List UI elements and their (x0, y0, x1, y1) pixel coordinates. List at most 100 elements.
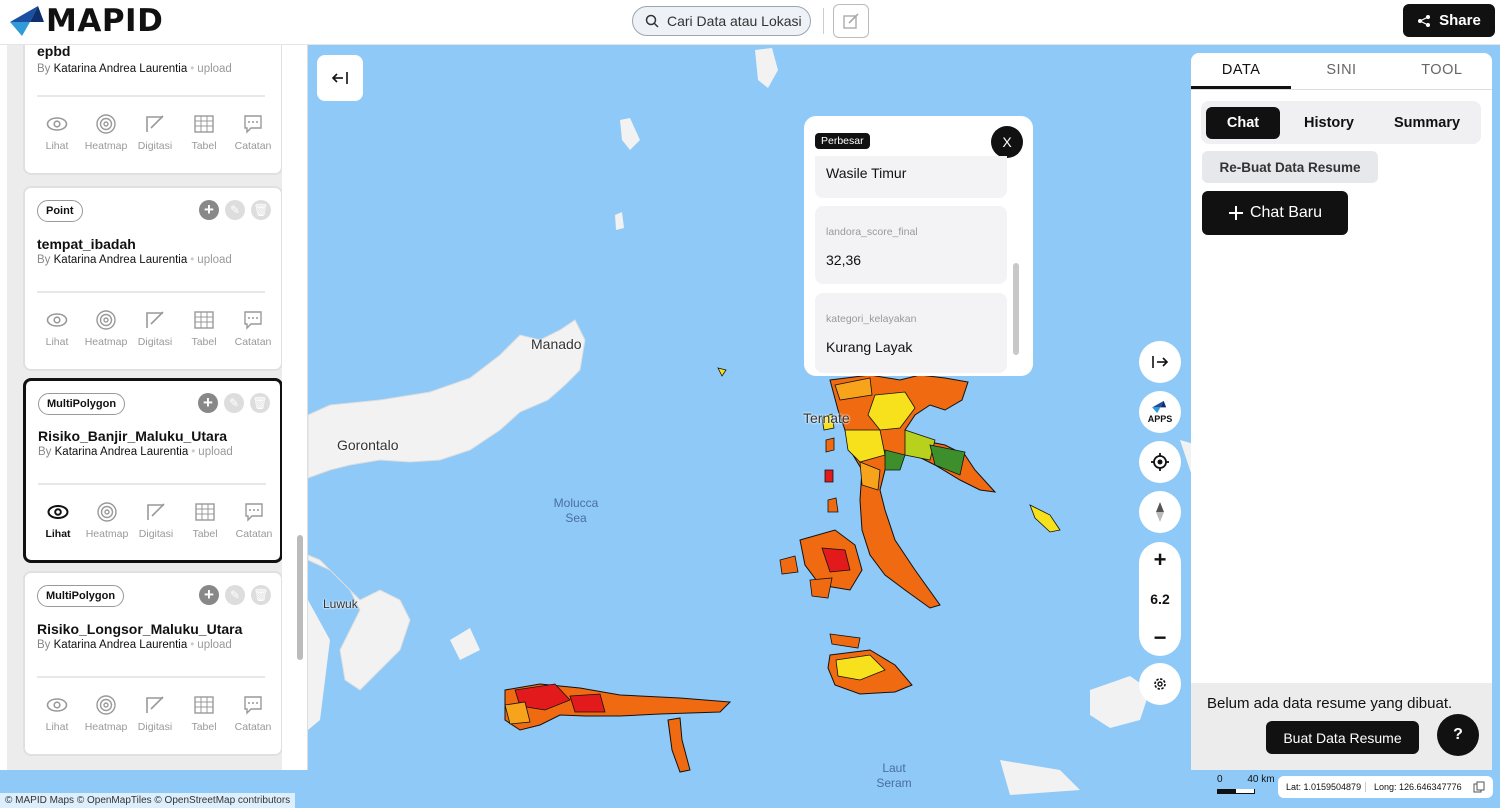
arrow-right-bar-icon (1152, 356, 1169, 368)
note-icon (245, 503, 263, 522)
card-divider (38, 483, 266, 485)
new-chat-button[interactable]: Chat Baru (1202, 191, 1348, 235)
note-icon (244, 696, 262, 715)
edit-layer-button[interactable]: ✎ (224, 393, 244, 413)
divider (823, 8, 824, 34)
tab-data[interactable]: DATA (1191, 53, 1292, 89)
search-placeholder: Cari Data atau Lokasi (667, 13, 802, 29)
layer-card[interactable]: MultiPolygon + ✎ 🗑 Risiko_Longsor_Maluku… (23, 571, 282, 756)
edit-button[interactable] (833, 4, 869, 38)
layer-title: Risiko_Banjir_Maluku_Utara (38, 428, 228, 444)
tool-digitasi[interactable]: Digitasi (131, 309, 179, 348)
feature-popup[interactable]: Perbesar X Wasile Timur landora_score_fi… (804, 116, 1033, 376)
add-layer-button[interactable]: + (198, 393, 218, 413)
mapid-apps-icon (1152, 400, 1167, 414)
zoom-to-feature-badge[interactable]: Perbesar (815, 133, 870, 149)
rebuild-resume-button[interactable]: Re-Buat Data Resume (1202, 151, 1378, 183)
layer-list-scrollbar[interactable] (297, 535, 303, 660)
card-divider (37, 676, 265, 678)
table-icon (194, 696, 214, 714)
plus-icon (1228, 206, 1243, 220)
layer-card[interactable]: Point + ✎ 🗑 tempat_ibadah By Katarina An… (23, 186, 282, 371)
tool-tabel[interactable]: Tabel (181, 501, 229, 540)
layer-author: By Katarina Andrea Laurentia • upload (37, 254, 232, 266)
right-panel: DATA SINI TOOL Chat History Summary Re-B… (1191, 53, 1492, 770)
add-layer-button[interactable]: + (199, 585, 219, 605)
tool-heatmap[interactable]: Heatmap (82, 113, 130, 152)
map-attribution[interactable]: © MAPID Maps © OpenMapTiles © OpenStreet… (0, 793, 296, 808)
heatmap-icon (96, 695, 116, 715)
share-button[interactable]: Share (1403, 4, 1495, 37)
tool-lihat[interactable]: Lihat (33, 309, 81, 348)
layer-list[interactable]: epbd By Katarina Andrea Laurentia • upload… (7, 45, 282, 770)
tool-catatan[interactable]: Catatan (229, 694, 277, 733)
apps-label: APPS (1147, 414, 1173, 424)
mapid-logo[interactable]: MAPID (8, 3, 163, 39)
add-layer-button[interactable]: + (199, 200, 219, 220)
layer-tools: Lihat Heatmap Digitasi Tabel Catatan (34, 501, 278, 540)
delete-layer-button[interactable]: 🗑 (251, 585, 271, 605)
tool-catatan[interactable]: Catatan (230, 501, 278, 540)
attribute-value: Kurang Layak (826, 339, 913, 355)
empty-resume-text: Belum ada data resume yang dibuat. (1207, 695, 1453, 712)
edit-layer-button[interactable]: ✎ (225, 200, 245, 220)
tool-lihat[interactable]: Lihat (33, 113, 81, 152)
tool-tabel[interactable]: Tabel (180, 694, 228, 733)
gear-icon (1154, 678, 1166, 690)
tool-lihat[interactable]: Lihat (33, 694, 81, 733)
tool-catatan[interactable]: Catatan (229, 113, 277, 152)
close-popup-button[interactable]: X (991, 126, 1023, 158)
compass-button[interactable] (1139, 491, 1181, 533)
edit-layer-button[interactable]: ✎ (225, 585, 245, 605)
layer-card[interactable]: epbd By Katarina Andrea Laurentia • upload… (23, 45, 282, 175)
tool-heatmap[interactable]: Heatmap (82, 309, 130, 348)
delete-layer-button[interactable]: 🗑 (251, 200, 271, 220)
tool-digitasi[interactable]: Digitasi (131, 694, 179, 733)
tab-sini[interactable]: SINI (1291, 53, 1391, 89)
tool-lihat[interactable]: Lihat (34, 501, 82, 540)
zoom-level: 6.2 (1150, 591, 1170, 607)
apps-button[interactable]: APPS (1139, 391, 1181, 433)
collapse-panel-button[interactable] (317, 55, 363, 101)
eye-icon (46, 313, 68, 327)
top-bar: MAPID Cari Data atau Lokasi Share (0, 0, 1500, 45)
layer-card-selected[interactable]: MultiPolygon + ✎ 🗑 Risiko_Banjir_Maluku_… (23, 378, 282, 563)
popup-attribute: landora_score_final 32,36 (815, 206, 1007, 284)
locate-button[interactable] (1139, 441, 1181, 483)
layer-tools: Lihat Heatmap Digitasi Tabel Catatan (33, 309, 277, 348)
note-icon (244, 311, 262, 330)
compass-icon (1156, 502, 1164, 522)
subtab-summary[interactable]: Summary (1378, 107, 1476, 139)
scale-zero: 0 (1217, 774, 1223, 785)
target-icon (1151, 453, 1169, 471)
chat-subtabs: Chat History Summary (1201, 101, 1481, 144)
attribute-key: landora_score_final (826, 226, 918, 238)
layer-author: By Katarina Andrea Laurentia • upload (37, 63, 232, 75)
subtab-chat[interactable]: Chat (1206, 106, 1280, 139)
zoom-out-button[interactable]: − (1154, 626, 1167, 650)
zoom-in-button[interactable]: + (1154, 548, 1167, 572)
tool-heatmap[interactable]: Heatmap (83, 501, 131, 540)
digitize-icon (147, 503, 165, 520)
tool-tabel[interactable]: Tabel (180, 113, 228, 152)
place-label-ternate: Ternate (803, 410, 850, 426)
tool-tabel[interactable]: Tabel (180, 309, 228, 348)
tool-digitasi[interactable]: Digitasi (132, 501, 180, 540)
layer-actions: + ✎ 🗑 (199, 585, 271, 605)
delete-layer-button[interactable]: 🗑 (250, 393, 270, 413)
longitude: Long: 126.646347776 (1374, 782, 1462, 792)
edit-icon (843, 13, 859, 29)
tool-heatmap[interactable]: Heatmap (82, 694, 130, 733)
tool-catatan[interactable]: Catatan (229, 309, 277, 348)
help-button[interactable]: ? (1437, 714, 1479, 756)
popup-scrollbar[interactable] (1013, 263, 1019, 355)
tool-digitasi[interactable]: Digitasi (131, 113, 179, 152)
tab-tool[interactable]: TOOL (1392, 53, 1492, 89)
search-box[interactable]: Cari Data atau Lokasi (632, 6, 811, 36)
copy-icon[interactable] (1473, 781, 1485, 793)
subtab-history[interactable]: History (1280, 107, 1378, 139)
expand-panel-button[interactable] (1139, 341, 1181, 383)
settings-button[interactable] (1139, 663, 1181, 705)
create-resume-button[interactable]: Buat Data Resume (1266, 721, 1419, 754)
layer-panel: epbd By Katarina Andrea Laurentia • upload… (0, 45, 308, 770)
